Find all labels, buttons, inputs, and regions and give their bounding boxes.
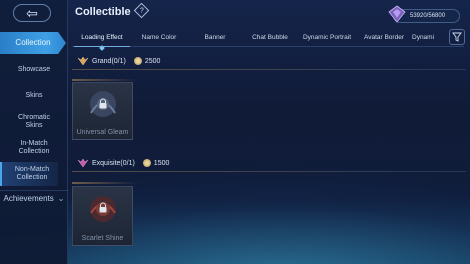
item-name: Universal Gleam — [76, 129, 129, 136]
sidebar-item-label: Chromatic Skins — [18, 114, 50, 129]
lock-icon — [99, 202, 107, 213]
section-cost: 2500 — [144, 57, 161, 65]
tab-label: Chat Bubble — [252, 33, 288, 41]
tab-dynamic-cut[interactable]: Dynami — [412, 28, 444, 46]
diamond-gem-icon — [388, 5, 406, 23]
item-name: Scarlet Shine — [81, 235, 124, 242]
category-tabs: Loading Effect Name Color Banner Chat Bu… — [72, 28, 444, 47]
back-arrow-icon: ⇦ — [26, 4, 38, 21]
sidebar-item-non-match-collection[interactable]: Non-Match Collection — [0, 162, 58, 186]
tab-name-color[interactable]: Name Color — [134, 28, 184, 46]
sidebar-item-collection[interactable]: Collection — [0, 32, 66, 54]
collectible-card-universal-gleam[interactable]: Universal Gleam — [72, 82, 133, 140]
back-button[interactable]: ⇦ — [13, 4, 51, 22]
sidebar: ⇦ Collection Showcase Skins Chromatic Sk… — [0, 0, 68, 264]
card-accent-bar — [72, 79, 138, 81]
filter-icon[interactable] — [449, 29, 465, 45]
currency-value: 53920/56800 — [410, 13, 446, 19]
sidebar-item-label: Showcase — [17, 66, 51, 73]
tab-banner[interactable]: Banner — [190, 28, 240, 46]
tab-avatar-border[interactable]: Avatar Border — [357, 28, 411, 46]
sidebar-item-showcase[interactable]: Showcase — [0, 66, 68, 74]
exquisite-grade-icon — [77, 158, 89, 168]
section-header-exquisite: Exquisite(0/1) 1500 — [72, 157, 466, 172]
section-divider — [72, 171, 466, 172]
tab-label: Banner — [204, 33, 226, 41]
section-divider — [72, 69, 466, 70]
sidebar-item-achievements[interactable]: Achievements ⌄ — [0, 194, 68, 203]
card-accent-bar — [72, 182, 138, 184]
page-title: Collectible — [75, 6, 131, 18]
lock-icon — [99, 98, 107, 109]
chevron-down-icon: ⌄ — [57, 194, 65, 203]
section-header-grand: Grand(0/1) 2500 — [72, 55, 466, 70]
sidebar-item-label: Non-Match Collection — [14, 166, 50, 181]
tab-label: Avatar Border — [364, 33, 404, 41]
filter-glyph — [452, 32, 462, 42]
coin-icon — [142, 159, 151, 167]
sidebar-divider — [0, 190, 68, 191]
tab-divider — [72, 46, 464, 47]
tab-label: Dynami — [412, 33, 435, 41]
tab-label: Dynamic Portrait — [302, 33, 352, 41]
sidebar-item-chromatic-skins[interactable]: Chromatic Skins — [0, 114, 68, 130]
section-cost: 1500 — [153, 159, 170, 167]
sidebar-item-label: Skins — [25, 92, 43, 99]
sidebar-item-skins[interactable]: Skins — [0, 92, 68, 100]
sidebar-item-label: Achievements — [3, 194, 54, 203]
tab-label: Name Color — [141, 33, 177, 41]
help-icon-glyph: ? — [139, 7, 144, 14]
section-grade-label: Exquisite(0/1) — [92, 159, 135, 167]
grand-grade-icon — [77, 56, 89, 66]
tab-chat-bubble[interactable]: Chat Bubble — [244, 28, 296, 46]
collectible-card-scarlet-shine[interactable]: Scarlet Shine — [72, 186, 133, 246]
section-grade-label: Grand(0/1) — [92, 57, 126, 65]
sidebar-item-label: Collection — [15, 38, 51, 47]
sidebar-item-label: In-Match Collection — [18, 140, 50, 155]
coin-icon — [133, 57, 142, 65]
tab-dynamic-portrait[interactable]: Dynamic Portrait — [300, 28, 354, 46]
tab-loading-effect[interactable]: Loading Effect — [72, 28, 132, 47]
tab-label: Loading Effect — [81, 33, 123, 41]
sidebar-item-in-match-collection[interactable]: In-Match Collection — [0, 140, 68, 156]
